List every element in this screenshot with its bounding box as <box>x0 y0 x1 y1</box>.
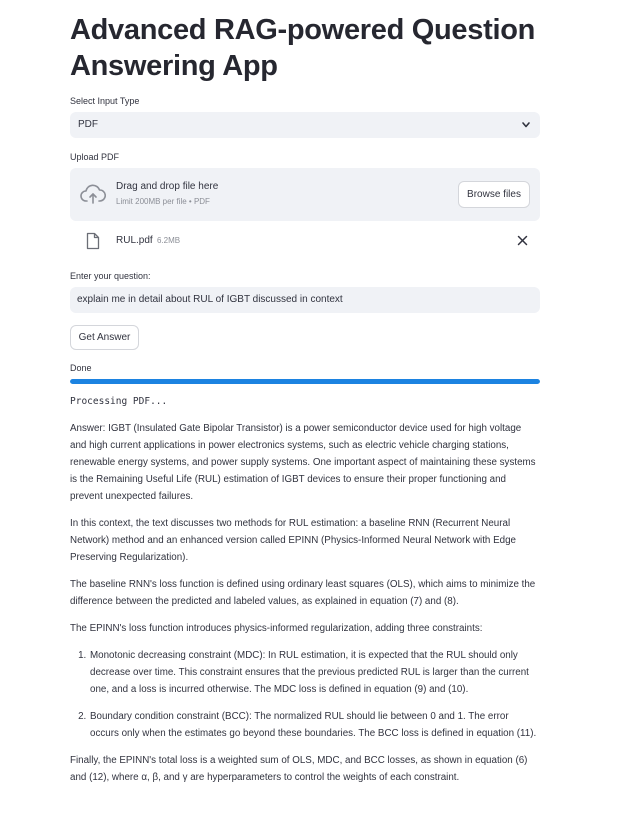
processing-message: Processing PDF... <box>70 396 168 407</box>
progress-bar-fill <box>70 379 540 384</box>
cloud-upload-icon <box>80 184 106 204</box>
file-icon <box>86 232 100 250</box>
progress-status: Done <box>70 363 92 373</box>
chevron-down-icon <box>522 122 530 128</box>
close-icon[interactable] <box>517 235 528 246</box>
answer-paragraph: The baseline RNN's loss function is defi… <box>70 579 536 607</box>
input-type-label: Select Input Type <box>70 96 140 106</box>
upload-label: Upload PDF <box>70 152 120 162</box>
answer-paragraph: Finally, the EPINN's total loss is a wei… <box>70 755 528 783</box>
answer-paragraph: The EPINN's loss function introduces phy… <box>70 623 483 634</box>
get-answer-button[interactable]: Get Answer <box>70 325 139 350</box>
dropzone-limit: Limit 200MB per file • PDF <box>116 197 210 206</box>
answer-paragraph: Answer: IGBT (Insulated Gate Bipolar Tra… <box>70 423 536 502</box>
input-type-select[interactable]: PDF <box>70 112 540 138</box>
input-type-selected-value: PDF <box>78 119 98 130</box>
question-input[interactable]: explain me in detail about RUL of IGBT d… <box>70 287 540 313</box>
uploaded-file-name: RUL.pdf <box>116 235 153 246</box>
file-dropzone[interactable]: Drag and drop file here Limit 200MB per … <box>70 168 540 221</box>
list-item: Monotonic decreasing constraint (MDC): I… <box>89 647 540 698</box>
constraints-list: Monotonic decreasing constraint (MDC): I… <box>70 647 540 742</box>
uploaded-file-size: 6.2MB <box>157 236 181 245</box>
answer-block: Answer: IGBT (Insulated Gate Bipolar Tra… <box>70 420 540 796</box>
progress-bar <box>70 379 540 384</box>
answer-paragraph: In this context, the text discusses two … <box>70 518 516 563</box>
question-label: Enter your question: <box>70 271 151 281</box>
dropzone-instructions: Drag and drop file here <box>116 181 219 192</box>
browse-files-button[interactable]: Browse files <box>458 181 530 208</box>
list-item: Boundary condition constraint (BCC): The… <box>89 708 540 742</box>
page-title: Advanced RAG-powered Question Answering … <box>70 14 536 82</box>
